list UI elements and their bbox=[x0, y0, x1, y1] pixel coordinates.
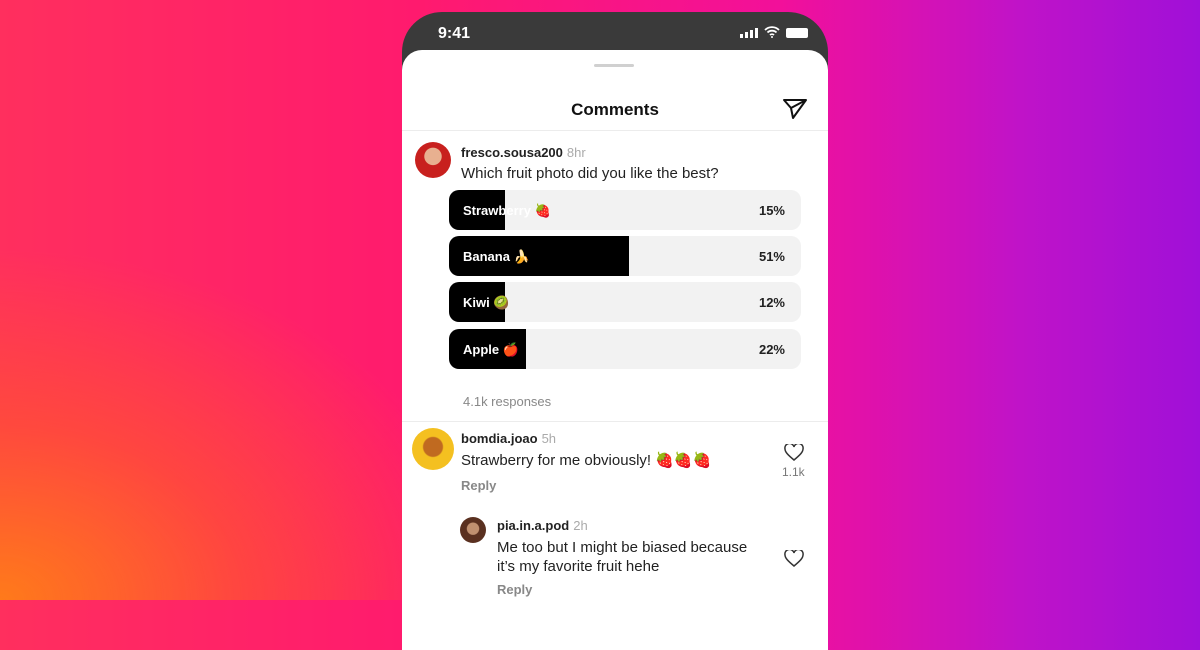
status-bar: 9:41 bbox=[402, 12, 828, 52]
timestamp: 5h bbox=[541, 431, 557, 446]
poll-option-percent: 51% bbox=[758, 249, 785, 264]
poll-question: Which fruit photo did you like the best? bbox=[461, 165, 719, 182]
signal-icon bbox=[740, 28, 758, 38]
poll-option-percent: 12% bbox=[758, 295, 785, 310]
poll-option-percent: 22% bbox=[758, 342, 785, 357]
poll-option-label: Strawberry 🍓 bbox=[463, 203, 551, 218]
like-count: 1.1k bbox=[782, 465, 805, 479]
avatar[interactable] bbox=[415, 142, 451, 178]
heart-icon[interactable] bbox=[784, 444, 804, 462]
username[interactable]: fresco.sousa200 bbox=[461, 145, 563, 160]
phone-frame: 9:41 Comments fresco.sousa200 8hr Which f… bbox=[402, 12, 828, 650]
timestamp: 2h bbox=[573, 518, 588, 533]
poll-option-percent: 15% bbox=[758, 203, 785, 218]
timestamp: 8hr bbox=[566, 145, 586, 160]
divider bbox=[402, 130, 828, 131]
responses-count: 4.1k responses bbox=[463, 394, 552, 409]
avatar[interactable] bbox=[412, 428, 454, 470]
reply-button[interactable]: Reply bbox=[461, 478, 496, 493]
heart-icon[interactable] bbox=[784, 550, 804, 568]
poll-option[interactable]: Strawberry 🍓 15% bbox=[449, 190, 801, 230]
reply-button[interactable]: Reply bbox=[497, 582, 532, 597]
poll-option-label: Apple 🍎 bbox=[463, 342, 519, 357]
wifi-icon bbox=[764, 26, 780, 38]
comment-text: Strawberry for me obviously! 🍓🍓🍓 bbox=[461, 452, 712, 469]
divider bbox=[402, 421, 828, 422]
poll-option[interactable]: Banana 🍌 51% bbox=[449, 236, 801, 276]
battery-icon bbox=[786, 28, 808, 38]
drag-handle[interactable] bbox=[594, 64, 634, 67]
username[interactable]: pia.in.a.pod bbox=[497, 518, 569, 533]
avatar[interactable] bbox=[460, 517, 486, 543]
status-time: 9:41 bbox=[438, 25, 471, 42]
send-icon[interactable] bbox=[782, 97, 808, 121]
comment-text: Me too but I might be biased because it’… bbox=[497, 539, 748, 575]
poll-option[interactable]: Apple 🍎 22% bbox=[449, 329, 801, 369]
poll-option-label: Banana 🍌 bbox=[463, 249, 530, 264]
poll-option-label: Kiwi 🥝 bbox=[463, 295, 510, 310]
comments-sheet: Comments fresco.sousa200 8hr Which fruit … bbox=[402, 50, 828, 650]
page-title: Comments bbox=[571, 100, 659, 119]
poll-option[interactable]: Kiwi 🥝 12% bbox=[449, 282, 801, 322]
username[interactable]: bomdia.joao bbox=[461, 431, 538, 446]
